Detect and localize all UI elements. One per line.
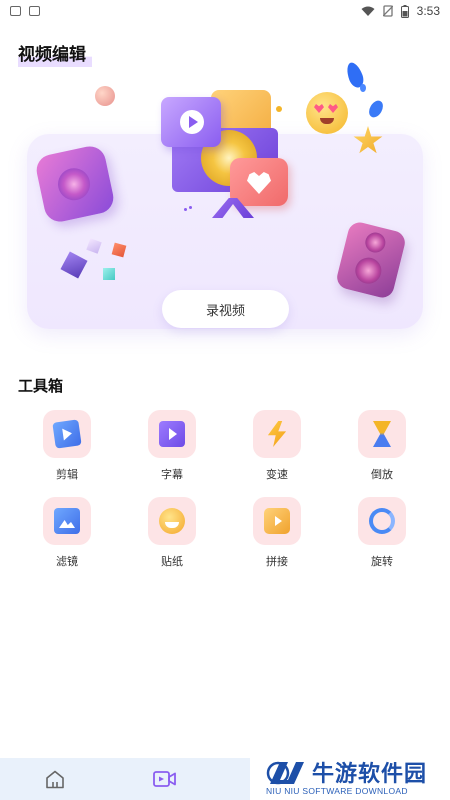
tool-subtitle[interactable]: 字幕 bbox=[132, 408, 212, 488]
record-video-button[interactable]: 录视频 bbox=[162, 290, 289, 328]
tool-tile bbox=[253, 497, 301, 545]
tool-label: 字幕 bbox=[161, 468, 183, 481]
tool-tile bbox=[253, 410, 301, 458]
tool-rotate[interactable]: 旋转 bbox=[342, 495, 422, 575]
niuniu-logo bbox=[266, 761, 304, 785]
heart-icon bbox=[247, 172, 271, 194]
image-filter-icon bbox=[54, 508, 80, 534]
toolbox-title: 工具箱 bbox=[18, 377, 64, 395]
join-icon bbox=[264, 508, 290, 534]
splash-drop bbox=[366, 98, 386, 120]
splash-drop bbox=[360, 84, 366, 92]
tool-label: 贴纸 bbox=[161, 555, 183, 568]
tool-tile bbox=[43, 497, 91, 545]
status-time: 3:53 bbox=[416, 4, 440, 18]
hourglass-icon bbox=[373, 421, 391, 447]
emoji-sticker-icon bbox=[159, 508, 185, 534]
home-icon bbox=[46, 770, 64, 788]
play-screen-illustration bbox=[161, 97, 221, 147]
lightning-icon bbox=[267, 421, 287, 447]
tool-label: 变速 bbox=[266, 468, 288, 481]
gallery-icon bbox=[10, 6, 21, 16]
dots-decoration bbox=[184, 206, 194, 212]
tool-join[interactable]: 拼接 bbox=[237, 495, 317, 575]
play-icon bbox=[180, 110, 204, 134]
tool-tile bbox=[148, 410, 196, 458]
watermark: 牛游软件园 NIU NIU SOFTWARE DOWNLOAD bbox=[262, 756, 450, 800]
ball-decoration bbox=[95, 86, 115, 106]
tool-label: 拼接 bbox=[266, 555, 288, 568]
video-record-icon bbox=[153, 771, 176, 787]
wifi-icon bbox=[361, 6, 375, 16]
tool-tile bbox=[148, 497, 196, 545]
tool-tile bbox=[358, 497, 406, 545]
no-sim-icon bbox=[382, 5, 393, 17]
tool-label: 旋转 bbox=[371, 555, 393, 568]
tool-tile bbox=[43, 410, 91, 458]
nav-video-record[interactable] bbox=[110, 758, 220, 800]
subtitle-icon bbox=[159, 421, 185, 447]
bottom-nav bbox=[0, 758, 250, 800]
love-emoji-illustration bbox=[306, 92, 348, 134]
tool-reverse[interactable]: 倒放 bbox=[342, 408, 422, 488]
a-icon bbox=[29, 6, 40, 16]
status-left bbox=[10, 6, 40, 16]
tool-label: 倒放 bbox=[371, 468, 393, 481]
rotate-icon bbox=[369, 508, 395, 534]
tool-filter[interactable]: 滤镜 bbox=[27, 495, 107, 575]
tool-speed[interactable]: 变速 bbox=[237, 408, 317, 488]
watermark-title: 牛游软件园 bbox=[312, 762, 428, 787]
watermark-subtitle: NIU NIU SOFTWARE DOWNLOAD bbox=[266, 786, 408, 796]
status-right: 3:53 bbox=[361, 4, 440, 18]
nav-home[interactable] bbox=[0, 758, 110, 800]
heart-card-illustration bbox=[230, 158, 288, 206]
spark-decoration bbox=[276, 106, 282, 112]
status-bar: 3:53 bbox=[0, 0, 450, 22]
tool-clip[interactable]: 剪辑 bbox=[27, 408, 107, 488]
tool-tile bbox=[358, 410, 406, 458]
page-title: 视频编辑 bbox=[18, 38, 92, 67]
tool-sticker[interactable]: 贴纸 bbox=[132, 495, 212, 575]
tool-label: 剪辑 bbox=[56, 468, 78, 481]
battery-icon bbox=[400, 4, 409, 18]
clip-icon bbox=[52, 419, 82, 449]
cube-decoration bbox=[103, 268, 115, 280]
tool-label: 滤镜 bbox=[56, 555, 78, 568]
